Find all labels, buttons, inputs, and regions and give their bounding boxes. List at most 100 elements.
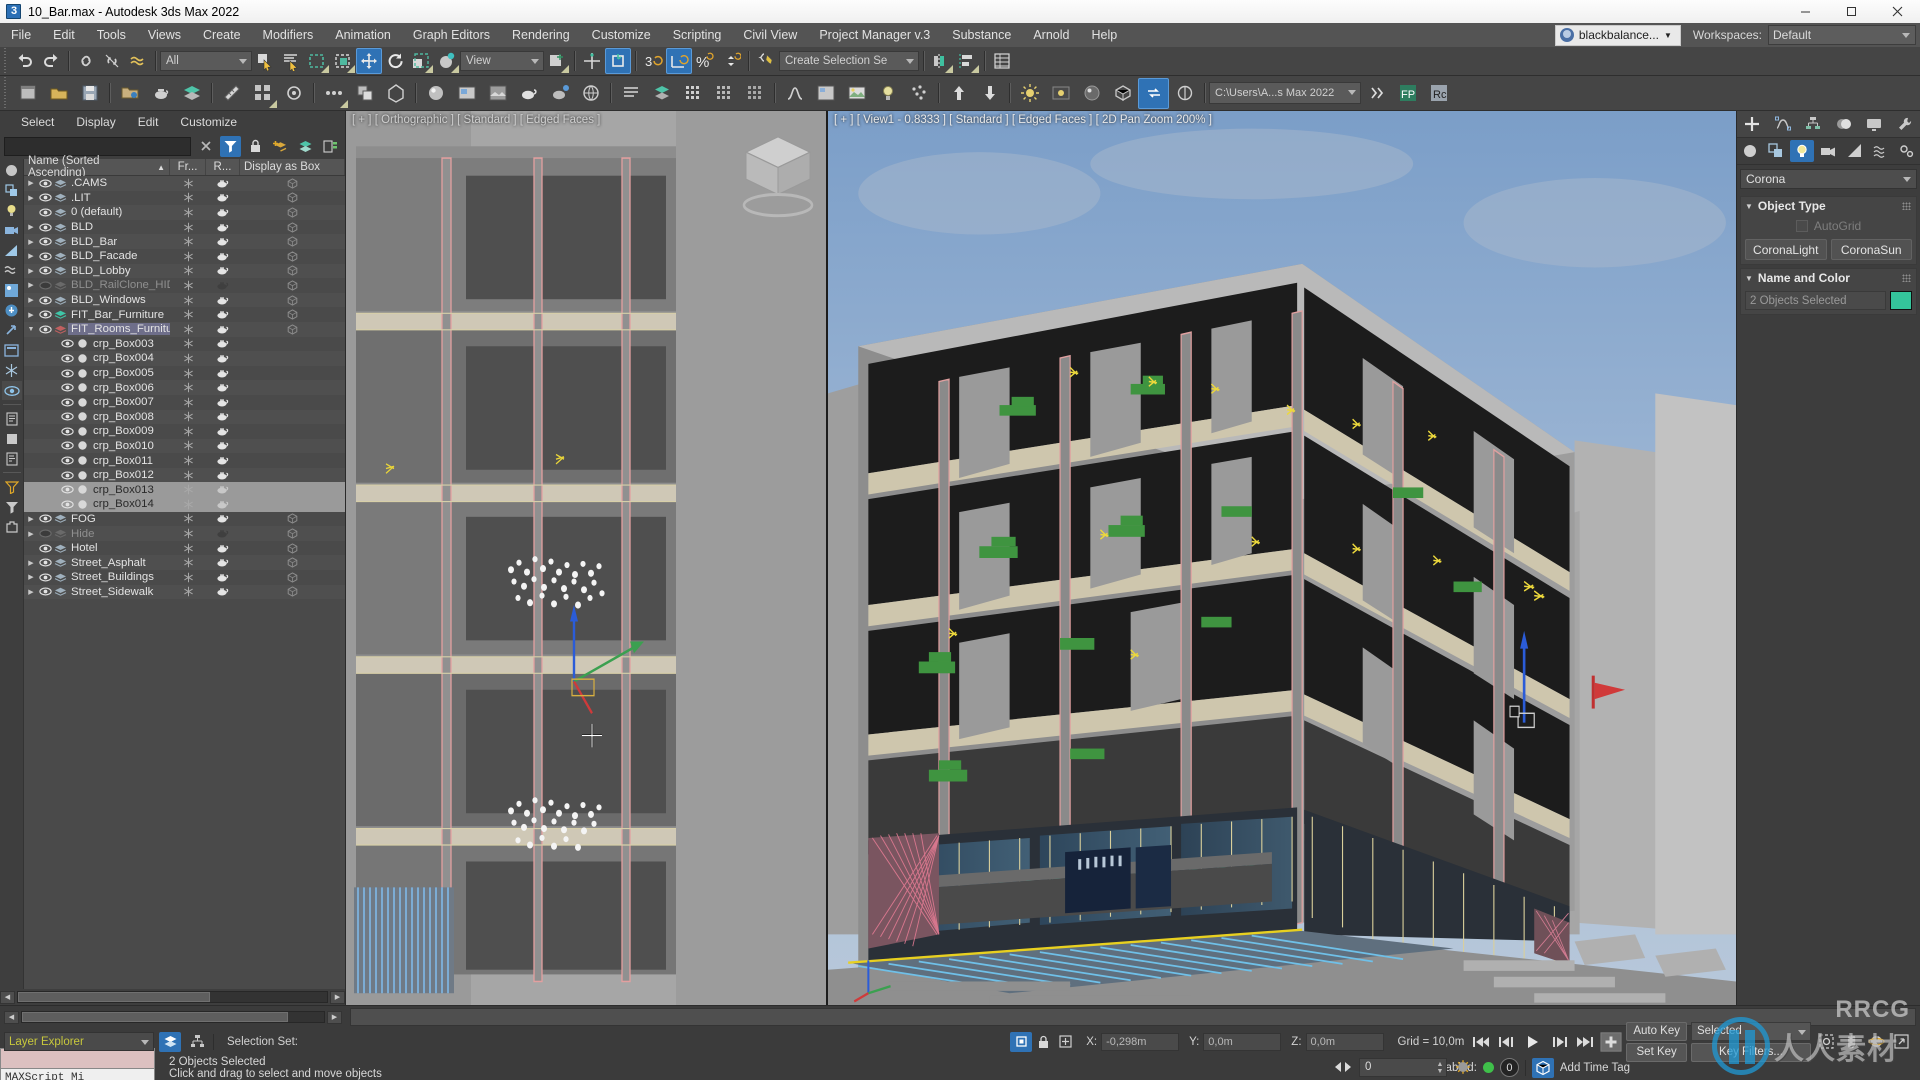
layer-name[interactable]: crp_Box008 <box>90 411 170 423</box>
visibility-eye-icon[interactable] <box>38 587 53 596</box>
expand-triangle-icon[interactable]: ▶ <box>24 252 38 260</box>
viewport-orthographic[interactable]: [ + ] [ Orthographic ] [ Standard ] [ Ed… <box>346 111 828 1005</box>
zoom-region-button[interactable] <box>1815 1032 1837 1052</box>
explorer-menu-display[interactable]: Display <box>65 115 126 129</box>
mirror-button[interactable] <box>928 48 954 74</box>
menu-animation[interactable]: Animation <box>324 23 402 47</box>
auto-key-toggle[interactable]: Auto Key <box>1626 1021 1687 1041</box>
layers-stack-button[interactable] <box>295 136 316 157</box>
expand-triangle-icon[interactable]: ▶ <box>24 559 38 567</box>
filter-lights-button[interactable] <box>2 201 22 220</box>
utilities-tab[interactable] <box>1893 113 1917 135</box>
forest-pack-button[interactable]: FP <box>1392 78 1423 109</box>
corona-material-button[interactable] <box>1076 78 1107 109</box>
layer-name[interactable]: FIT_Bar_Furniture <box>68 309 170 321</box>
grid-2-button[interactable] <box>708 78 739 109</box>
snapshot-button[interactable] <box>278 78 309 109</box>
menu-civil-view[interactable]: Civil View <box>732 23 808 47</box>
select-and-rotate-button[interactable] <box>382 48 408 74</box>
edit-named-selection-sets-button[interactable] <box>753 48 779 74</box>
frozen-toggle-icon[interactable] <box>170 207 206 218</box>
renderable-toggle-icon[interactable] <box>206 296 240 305</box>
add-time-tag-icon-button[interactable] <box>1531 1057 1554 1078</box>
lock-button[interactable] <box>245 136 266 157</box>
menu-tools[interactable]: Tools <box>86 23 137 47</box>
display-tab[interactable] <box>1862 113 1886 135</box>
visibility-eye-icon[interactable] <box>60 412 75 421</box>
expand-triangle-icon[interactable]: ▶ <box>24 281 38 289</box>
rendered-frame-button[interactable] <box>482 78 513 109</box>
clone-button[interactable] <box>349 78 380 109</box>
display-as-box-toggle-icon[interactable] <box>240 557 345 568</box>
visibility-eye-icon[interactable] <box>38 296 53 305</box>
layer-name[interactable]: crp_Box012 <box>90 469 170 481</box>
save-file-button[interactable] <box>74 78 105 109</box>
display-properties-button[interactable] <box>2 449 22 468</box>
display-as-box-toggle-icon[interactable] <box>240 192 345 204</box>
current-frame-input[interactable]: 0 ▲ ▼ <box>1359 1057 1447 1077</box>
arrow-up-button[interactable] <box>943 78 974 109</box>
visibility-eye-icon[interactable] <box>38 558 53 567</box>
menu-project-manager[interactable]: Project Manager v.3 <box>808 23 941 47</box>
visibility-eye-icon[interactable] <box>60 441 75 450</box>
maximize-button[interactable] <box>1828 0 1874 23</box>
add-layer-button[interactable] <box>270 136 291 157</box>
display-as-box-toggle-icon[interactable] <box>240 280 345 291</box>
maximize-viewport-button[interactable] <box>1890 1032 1912 1052</box>
renderable-toggle-icon[interactable] <box>206 573 240 582</box>
layer-name[interactable]: Street_Asphalt <box>68 557 170 569</box>
display-influences-button[interactable] <box>2 429 22 448</box>
corona-vfb-button[interactable] <box>1045 78 1076 109</box>
material-editor-button[interactable] <box>420 78 451 109</box>
spinner-icon[interactable]: ▲ ▼ <box>1436 1061 1444 1075</box>
filter-spacewarps-button[interactable] <box>2 261 22 280</box>
visibility-eye-icon[interactable] <box>38 544 53 553</box>
layer-name[interactable]: crp_Box007 <box>90 396 170 408</box>
layer-row[interactable]: ▶ BLD_Windows <box>24 292 345 308</box>
filter-funnel-button[interactable] <box>2 497 22 516</box>
layer-name[interactable]: FOG <box>68 513 170 525</box>
display-as-box-toggle-icon[interactable] <box>240 251 345 262</box>
coronalight-button[interactable]: CoronaLight <box>1745 239 1827 260</box>
layer-name[interactable]: Street_Sidewalk <box>68 586 170 598</box>
visibility-eye-icon[interactable] <box>60 471 75 480</box>
toolbar-grip[interactable] <box>2 76 9 110</box>
visibility-eye-icon[interactable] <box>38 266 53 275</box>
frozen-toggle-icon[interactable] <box>170 528 206 539</box>
display-as-box-toggle-icon[interactable] <box>240 207 345 218</box>
visibility-eye-icon[interactable] <box>60 427 75 436</box>
selection-filter-select[interactable]: All <box>160 51 252 71</box>
menu-modifiers[interactable]: Modifiers <box>252 23 325 47</box>
clear-search-button[interactable] <box>195 136 216 157</box>
frozen-toggle-icon[interactable] <box>170 353 206 364</box>
undo-button[interactable] <box>12 48 38 74</box>
viewport-perspective-render[interactable] <box>828 111 1736 1005</box>
filter-toggle-button[interactable] <box>220 135 241 157</box>
column-render[interactable]: R... <box>206 159 240 175</box>
grid-1-button[interactable] <box>677 78 708 109</box>
layer-row[interactable]: ▶ FIT_Bar_Furniture <box>24 307 345 322</box>
angle-snap-toggle-button[interactable]: 3 <box>640 48 666 74</box>
project-path-select[interactable]: C:\Users\A...s Max 2022 <box>1209 82 1361 104</box>
drag-handle-icon[interactable] <box>1902 274 1911 282</box>
renderable-toggle-icon[interactable] <box>206 427 240 436</box>
frozen-toggle-icon[interactable] <box>170 382 206 393</box>
close-button[interactable] <box>1874 0 1920 23</box>
visibility-eye-icon[interactable] <box>60 485 75 494</box>
layer-row[interactable]: Hotel <box>24 540 345 556</box>
next-frame-button[interactable] <box>1548 1032 1570 1052</box>
layer-name[interactable]: crp_Box003 <box>90 338 170 350</box>
play-animation-button[interactable] <box>1522 1032 1544 1052</box>
explorer-menu-edit[interactable]: Edit <box>127 115 170 129</box>
visibility-eye-icon[interactable] <box>38 514 53 523</box>
renderable-toggle-icon[interactable] <box>206 441 240 450</box>
frozen-toggle-icon[interactable] <box>170 543 206 554</box>
filter-xrefs-button[interactable] <box>2 321 22 340</box>
activeshade-button[interactable] <box>575 78 606 109</box>
display-as-box-toggle-icon[interactable] <box>240 528 345 539</box>
frozen-toggle-icon[interactable] <box>170 368 206 379</box>
selection-lock-toggle-button[interactable] <box>1010 1031 1033 1052</box>
layer-row[interactable]: ▶ Street_Sidewalk <box>24 584 345 600</box>
explorer-horizontal-scrollbar[interactable]: ◀ ▶ <box>0 989 345 1005</box>
display-as-box-toggle-icon[interactable] <box>240 221 345 233</box>
